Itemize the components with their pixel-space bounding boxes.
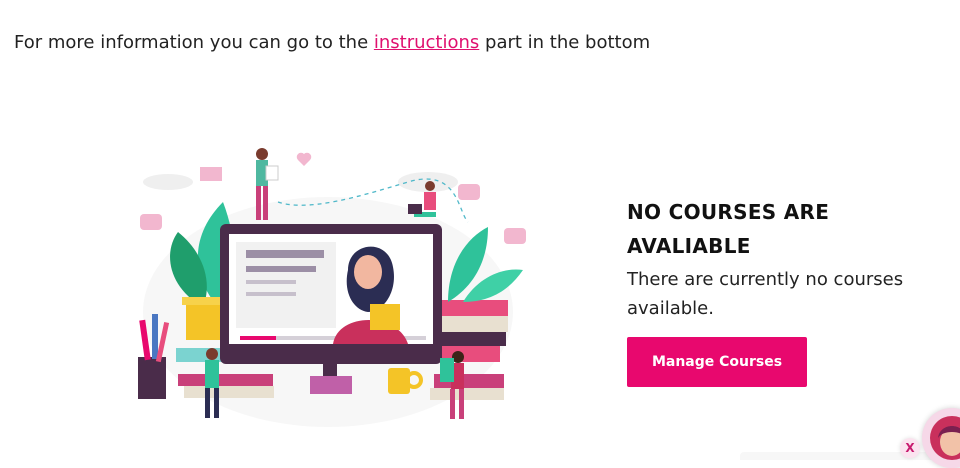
manage-courses-button[interactable]: Manage Courses [627, 337, 807, 387]
empty-state-title: NO COURSES ARE AVALIABLE [627, 200, 830, 258]
chat-close-icon[interactable]: X [900, 438, 920, 458]
info-text: For more information you can go to the i… [14, 31, 650, 55]
empty-state-text: There are currently no courses available… [627, 269, 904, 319]
online-learning-illustration [138, 148, 526, 427]
empty-state-panel: NO COURSES ARE AVALIABLE There are curre… [627, 195, 947, 323]
instructions-link[interactable]: instructions [374, 32, 479, 53]
info-prefix: For more information you can go to the [14, 32, 374, 53]
info-suffix: part in the bottom [479, 32, 651, 53]
